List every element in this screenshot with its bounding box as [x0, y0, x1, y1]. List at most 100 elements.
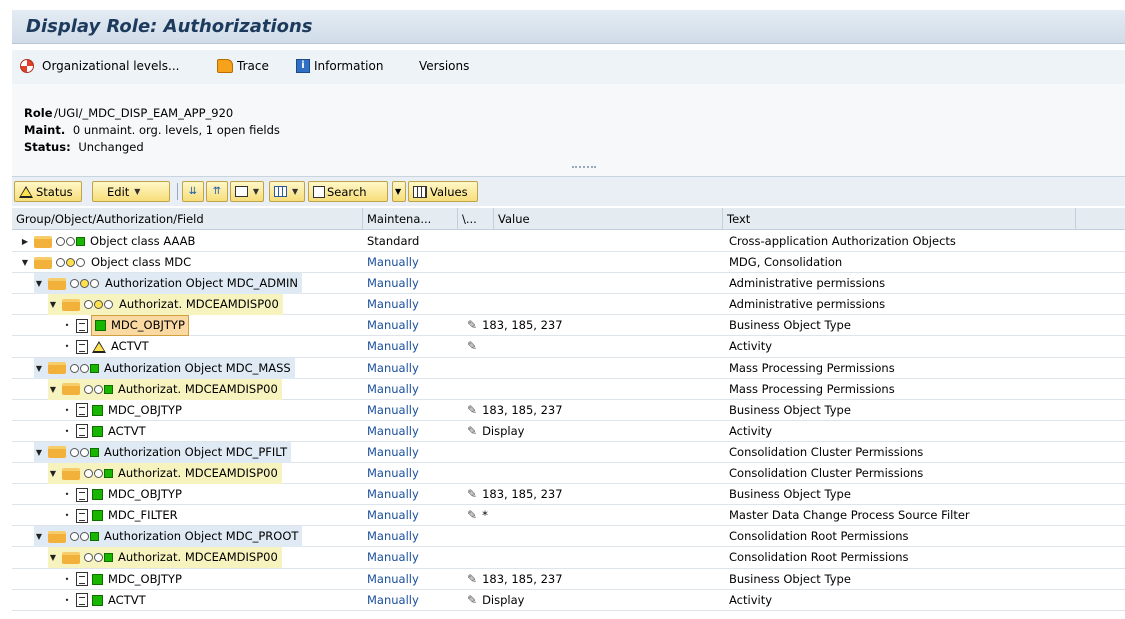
column-header-name[interactable]: Group/Object/Authorization/Field: [12, 208, 363, 230]
tree-row[interactable]: • MDC_OBJTYP Manually ✎ 183, 185, 237 Bus…: [12, 400, 1125, 421]
collapse-arrow-icon[interactable]: ▼: [48, 294, 58, 315]
edit-pencil-icon[interactable]: ✎: [467, 424, 477, 438]
edit-button[interactable]: Edit ▼: [92, 181, 170, 202]
edit-pencil-icon[interactable]: ✎: [467, 339, 477, 353]
versions-button[interactable]: Versions: [419, 59, 469, 73]
node-label: Authorization Object MDC_MASS: [104, 360, 291, 375]
tree-row[interactable]: ▼ Authorizat. MDCEAMDISP00 Manually Admi…: [12, 294, 1125, 316]
value-text: 183, 185, 237: [482, 487, 563, 502]
print-button[interactable]: ▼: [230, 181, 264, 202]
value-cell[interactable]: ✎ *: [463, 505, 723, 526]
trace-button[interactable]: Trace: [217, 59, 269, 73]
tree-row[interactable]: ▼ Authorizat. MDCEAMDISP00 Manually Cons…: [12, 547, 1125, 569]
traffic-light-green-icon: [84, 553, 113, 563]
edit-pencil-icon[interactable]: ✎: [467, 487, 477, 501]
search-button-label: Search: [327, 184, 367, 199]
warning-icon: [92, 340, 106, 353]
value-cell[interactable]: ✎ 183, 185, 237: [463, 315, 723, 336]
layout-button[interactable]: ▼: [269, 181, 305, 202]
collapse-arrow-icon[interactable]: ▼: [20, 252, 30, 273]
role-row: Role /UGI/_MDC_DISP_EAM_APP_920: [24, 106, 233, 120]
splitter-handle[interactable]: [572, 166, 596, 168]
field-doc-icon: [76, 339, 88, 354]
information-button[interactable]: i Information: [296, 59, 383, 73]
values-icon: [413, 185, 427, 198]
edit-pencil-icon[interactable]: ✎: [467, 593, 477, 607]
green-status-icon: [92, 573, 103, 585]
column-header-flag[interactable]: \...: [458, 208, 494, 230]
edit-pencil-icon[interactable]: ✎: [467, 403, 477, 417]
node-label: MDC_FILTER: [108, 508, 178, 523]
tree-row[interactable]: • MDC_FILTER Manually ✎ * Master Data Cha…: [12, 505, 1125, 527]
edit-pencil-icon[interactable]: ✎: [467, 572, 477, 586]
green-status-icon: [92, 425, 103, 437]
text-cell: Business Object Type: [729, 487, 851, 502]
open-folder-icon: [62, 383, 80, 396]
node-label: Object class MDC: [91, 255, 192, 270]
text-cell: Cross-application Authorization Objects: [729, 234, 956, 248]
tree-row[interactable]: ▼ Authorization Object MDC_MASS Manually…: [12, 357, 1125, 379]
tree-row[interactable]: ▼ Authorizat. MDCEAMDISP00 Manually Cons…: [12, 463, 1125, 485]
collapse-button[interactable]: ⇈: [206, 181, 228, 202]
collapse-arrow-icon[interactable]: ▼: [34, 358, 44, 379]
tree-row[interactable]: ▼ Authorization Object MDC_PROOT Manuall…: [12, 526, 1125, 548]
collapse-arrow-icon[interactable]: ▼: [34, 442, 44, 463]
collapse-arrow-icon[interactable]: ▼: [48, 379, 58, 400]
collapse-arrow-icon[interactable]: ▼: [34, 273, 44, 294]
search-icon: [313, 185, 325, 198]
maint-label: Maint.: [24, 123, 66, 137]
field-doc-icon: [76, 572, 88, 586]
search-button[interactable]: Search: [308, 181, 388, 202]
status-button[interactable]: Status: [14, 181, 82, 202]
edit-button-label: Edit: [107, 184, 130, 199]
tree-row[interactable]: • ACTVT Manually ✎ Display Activity: [12, 421, 1125, 442]
edit-pencil-icon[interactable]: ✎: [467, 318, 477, 332]
traffic-light-green-icon: [70, 532, 99, 542]
org-levels-button[interactable]: Organizational levels...: [20, 59, 179, 73]
green-status-icon: [92, 510, 103, 522]
edit-pencil-icon[interactable]: ✎: [467, 508, 477, 522]
maint-cell: Manually: [367, 466, 419, 481]
tree-row[interactable]: • ACTVT Manually ✎ Display Activity: [12, 590, 1125, 611]
tree-row[interactable]: • MDC_OBJTYP Manually ✎ 183, 185, 237 Bus…: [12, 569, 1125, 590]
value-text: 183, 185, 237: [482, 571, 563, 586]
value-cell[interactable]: ✎ Display: [463, 590, 723, 611]
collapse-arrow-icon[interactable]: ▼: [48, 463, 58, 484]
tree-row[interactable]: ▶ Object class AAAB Standard Cross-appli…: [12, 231, 1125, 253]
tree-row[interactable]: • ACTVT Manually ✎ Activity: [12, 336, 1125, 358]
leaf-bullet-icon: •: [64, 511, 70, 521]
collapse-arrow-icon[interactable]: ▼: [48, 547, 58, 568]
tree-row[interactable]: ▼ Authorization Object MDC_PFILT Manuall…: [12, 441, 1125, 464]
expand-arrow-icon[interactable]: ▶: [20, 231, 30, 252]
value-cell[interactable]: ✎: [463, 336, 723, 357]
node-label: Authorizat. MDCEAMDISP00: [118, 381, 278, 396]
tree-row[interactable]: ▼ Authorizat. MDCEAMDISP00 Manually Mass…: [12, 378, 1125, 400]
node-label: ACTVT: [108, 592, 146, 607]
value-text: Display: [482, 592, 525, 607]
text-cell: Master Data Change Process Source Filter: [729, 508, 970, 523]
maint-cell: Manually: [367, 508, 419, 523]
grid-toolbar: Status Edit ▼ ⇊ ⇈ ▼ ▼ Search ▼ Values: [12, 176, 1125, 206]
text-cell: Activity: [729, 423, 773, 438]
search-dropdown-button[interactable]: ▼: [392, 181, 406, 202]
maint-cell: Manually: [367, 276, 419, 291]
collapse-all-icon: ⇈: [212, 186, 222, 197]
tree-row[interactable]: ▼ Authorization Object MDC_ADMIN Manuall…: [12, 273, 1125, 295]
tree-row[interactable]: • MDC_OBJTYP Manually ✎ 183, 185, 237 Bus…: [12, 484, 1125, 506]
column-header-maint[interactable]: Maintena...: [363, 208, 458, 230]
column-header-value[interactable]: Value: [494, 208, 723, 230]
value-cell[interactable]: ✎ 183, 185, 237: [463, 484, 723, 505]
field-doc-icon: [76, 593, 88, 608]
value-cell[interactable]: ✎ 183, 185, 237: [463, 400, 723, 421]
separator: [177, 183, 178, 200]
open-folder-icon: [48, 277, 66, 290]
values-button[interactable]: Values: [408, 181, 478, 202]
expand-button[interactable]: ⇊: [182, 181, 204, 202]
tree-row[interactable]: • MDC_OBJTYP Manually ✎ 183, 185, 237 Bus…: [12, 315, 1125, 337]
traffic-light-green-icon: [84, 384, 113, 394]
collapse-arrow-icon[interactable]: ▼: [34, 526, 44, 547]
column-header-text[interactable]: Text: [723, 208, 1076, 230]
value-cell[interactable]: ✎ Display: [463, 421, 723, 442]
value-cell[interactable]: ✎ 183, 185, 237: [463, 569, 723, 590]
tree-row[interactable]: ▼ Object class MDC Manually MDG, Consoli…: [12, 252, 1125, 274]
